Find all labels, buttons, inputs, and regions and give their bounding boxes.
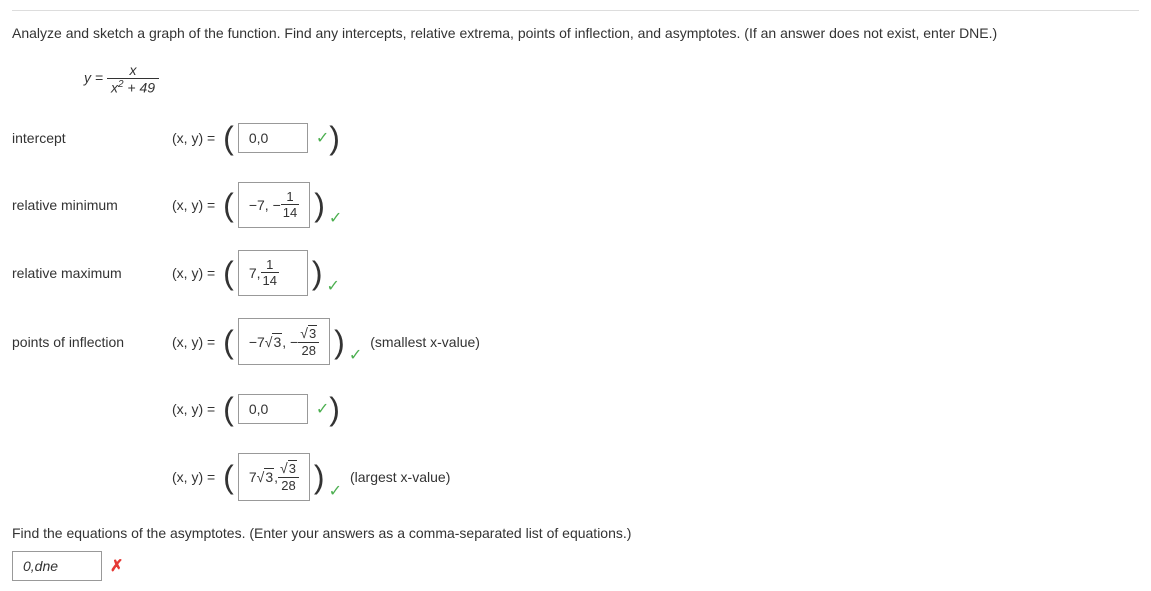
relmax-input[interactable]: 7, 1 14 <box>238 250 308 296</box>
asymptote-value: 0,dne <box>23 558 58 574</box>
poi1-frac-num: 3 <box>298 325 319 343</box>
poi1-frac-den: 28 <box>298 343 319 359</box>
poi1-after: (smallest x-value) <box>370 334 480 350</box>
poi-label: points of inflection <box>12 334 172 350</box>
sqrt-icon: 3 <box>265 334 282 350</box>
check-icon: ✓ <box>329 481 342 501</box>
relmax-label: relative maximum <box>12 265 172 281</box>
check-icon: ✓ <box>316 128 329 148</box>
relmin-frac-num: 1 <box>281 189 299 206</box>
poi1-input[interactable]: −73 , − 3 28 <box>238 318 330 365</box>
xy-equals: (x, y) = <box>172 130 215 146</box>
check-icon: ✓ <box>349 345 362 365</box>
cross-icon: ✗ <box>110 556 123 576</box>
xy-equals: (x, y) = <box>172 401 215 417</box>
relmax-frac-den: 14 <box>261 273 279 289</box>
poi2-value: 0,0 <box>249 401 268 417</box>
intercept-label: intercept <box>12 130 172 146</box>
check-icon: ✓ <box>326 276 339 296</box>
xy-equals: (x, y) = <box>172 265 215 281</box>
relmax-prefix: 7, <box>249 265 261 281</box>
relmin-frac-den: 14 <box>281 205 299 221</box>
xy-equals: (x, y) = <box>172 334 215 350</box>
xy-equals: (x, y) = <box>172 197 215 213</box>
poi3-coef: 7 <box>249 469 257 485</box>
poi3-input[interactable]: 73 , 3 28 <box>238 453 310 500</box>
relmin-label: relative minimum <box>12 197 172 213</box>
intercept-value: 0,0 <box>249 130 268 146</box>
relmin-input[interactable]: −7, − 1 14 <box>238 182 310 228</box>
poi2-input[interactable]: 0,0 <box>238 394 308 424</box>
xy-equals: (x, y) = <box>172 469 215 485</box>
function-equation: y = x x2 + 49 <box>84 62 159 96</box>
check-icon: ✓ <box>316 399 329 419</box>
sqrt-icon: 3 <box>257 469 274 485</box>
poi1-mid: , − <box>282 334 298 350</box>
poi3-frac-num: 3 <box>278 460 299 478</box>
poi3-after: (largest x-value) <box>350 469 450 485</box>
poi1-coef: −7 <box>249 334 265 350</box>
instruction-text: Analyze and sketch a graph of the functi… <box>12 23 1139 44</box>
poi3-frac-den: 28 <box>278 478 299 494</box>
check-icon: ✓ <box>329 208 342 228</box>
asymptote-input[interactable]: 0,dne <box>12 551 102 581</box>
asymptote-instruction: Find the equations of the asymptotes. (E… <box>12 525 1139 541</box>
relmin-prefix: −7, − <box>249 197 281 213</box>
intercept-input[interactable]: 0,0 <box>238 123 308 153</box>
relmax-frac-num: 1 <box>261 257 279 274</box>
